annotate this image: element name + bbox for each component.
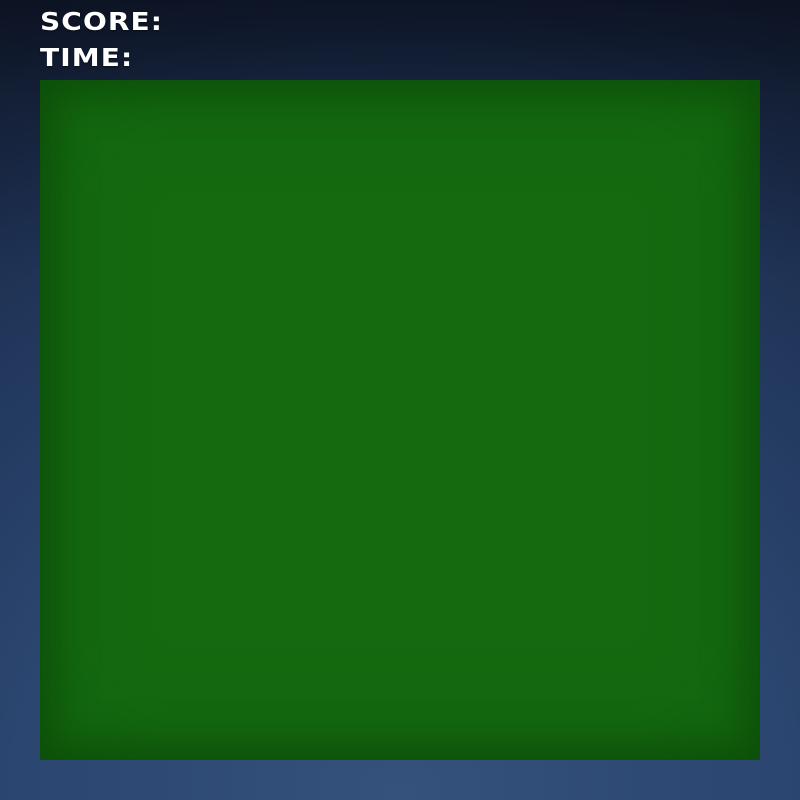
hud: SCORE: TIME: xyxy=(40,4,162,76)
game-board[interactable] xyxy=(40,80,760,760)
score-label: SCORE: xyxy=(40,7,164,36)
time-label: TIME: xyxy=(40,43,134,72)
